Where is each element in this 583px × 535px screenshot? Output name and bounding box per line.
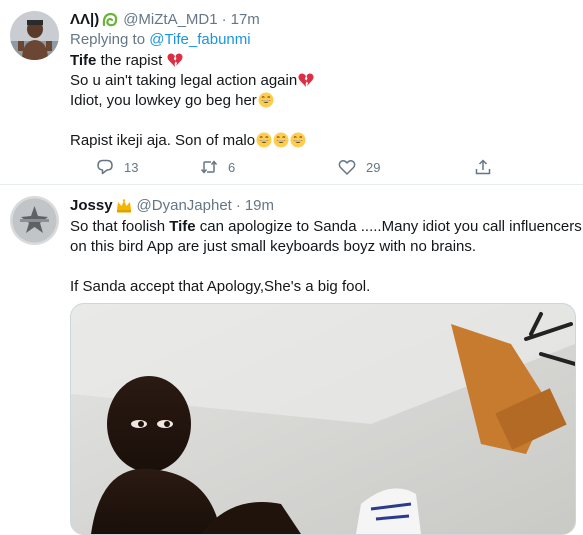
tweet-text-segment: Idiot, you lowkey go beg her: [70, 92, 257, 109]
timestamp[interactable]: 17m: [231, 11, 260, 28]
display-name[interactable]: Jossy: [70, 197, 113, 214]
like-button[interactable]: 29: [338, 158, 380, 176]
tweet-line: So u ain't taking legal action again: [70, 71, 573, 91]
tweet-line: Tife the rapist: [70, 51, 573, 71]
tweet-text-segment: So u ain't taking legal action again: [70, 72, 298, 89]
reply-count: 13: [124, 159, 139, 175]
heart-icon: [338, 159, 356, 175]
tweet[interactable]: Jossy @DyanJaphet · 19m So that foolish …: [0, 186, 583, 535]
display-name[interactable]: ΛΛ|): [70, 11, 99, 28]
share-icon: [475, 159, 491, 175]
retweet-button[interactable]: 6: [200, 158, 235, 176]
tweet-header: Jossy @DyanJaphet · 19m: [70, 196, 573, 215]
share-button[interactable]: [474, 158, 492, 176]
tweet-photo[interactable]: [70, 303, 576, 535]
tweet-line: Idiot, you lowkey go beg her: [70, 91, 573, 111]
tweet-text: Tife the rapist So u ain't taking legal …: [70, 51, 573, 151]
separator-dot: ·: [235, 197, 241, 214]
tweet-line: So that foolish Tife can apologize to Sa…: [70, 217, 582, 237]
retweet-icon: [200, 160, 218, 174]
grinning-emoji: [258, 92, 274, 108]
tweet-line: Rapist ikeji aja. Son of malo: [70, 131, 573, 151]
mention-bold: Tife: [70, 52, 97, 69]
avatar[interactable]: [10, 196, 59, 245]
broken-heart-emoji: [298, 73, 314, 87]
separator-dot: ·: [221, 11, 227, 28]
avatar[interactable]: [10, 11, 59, 60]
replying-to-label: Replying to: [70, 31, 146, 48]
like-count: 29: [366, 159, 381, 175]
tweet-line: If Sanda accept that Apology,She's a big…: [70, 277, 573, 297]
broken-heart-emoji: [167, 53, 183, 67]
tweet-text-segment: on this bird App are just small keyboard…: [70, 238, 477, 255]
tweet-text-segment: can apologize to Sanda .....Many idiot y…: [195, 218, 582, 235]
grinning-emoji: [273, 132, 289, 148]
reply-button[interactable]: 13: [96, 158, 138, 176]
crown-emoji: [116, 198, 131, 212]
user-handle[interactable]: @DyanJaphet: [137, 197, 232, 214]
tweet[interactable]: ΛΛ|) @MiZtA_MD1 · 17m Replying to @Tife_…: [0, 0, 583, 185]
grinning-emoji: [290, 132, 306, 148]
tweet-text-segment: So that foolish: [70, 218, 170, 235]
timestamp[interactable]: 19m: [245, 197, 274, 214]
retweet-count: 6: [228, 159, 236, 175]
reply-handle-link[interactable]: @Tife_fabunmi: [149, 31, 250, 48]
tweet-text-segment: the rapist: [96, 52, 167, 69]
green-swirl-icon: [102, 12, 118, 26]
reply-icon: [97, 159, 113, 175]
grinning-emoji: [256, 132, 272, 148]
tweet-header: ΛΛ|) @MiZtA_MD1 · 17m: [70, 10, 573, 29]
tweet-line: on this bird App are just small keyboard…: [70, 237, 573, 257]
photo-image: [71, 304, 575, 534]
tweet-actions: 13 6 29: [96, 158, 516, 176]
tweet-text-segment: If Sanda accept that Apology,She's a big…: [70, 278, 371, 295]
tweet-text: So that foolish Tife can apologize to Sa…: [70, 217, 582, 297]
mention-bold: Tife: [169, 218, 196, 235]
replying-to: Replying to @Tife_fabunmi: [70, 31, 573, 51]
user-handle[interactable]: @MiZtA_MD1: [123, 11, 217, 28]
tweet-text-segment: Rapist ikeji aja. Son of malo: [70, 132, 256, 149]
